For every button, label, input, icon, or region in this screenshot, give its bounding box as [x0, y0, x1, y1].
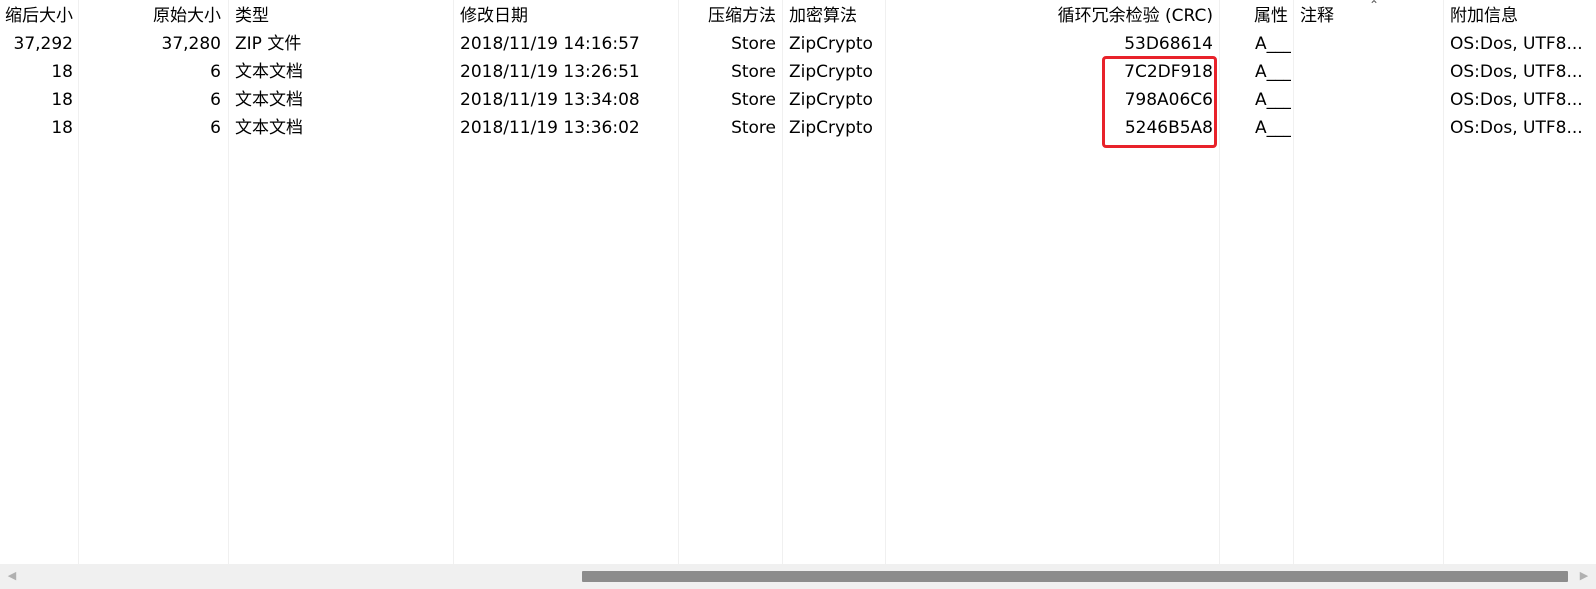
cell-original-size: 6 [210, 118, 221, 138]
cell-comment [1300, 58, 1438, 86]
scrollbar-thumb[interactable] [582, 571, 1568, 582]
cell-modified: 2018/11/19 13:36:02 [460, 118, 640, 138]
cell-compressed-size: 18 [51, 62, 73, 82]
chevron-up-icon: ⌃ [1368, 0, 1380, 12]
cell-modified: 2018/11/19 14:16:57 [460, 34, 640, 54]
column-separator[interactable] [1293, 0, 1294, 564]
cell-extra: OS:Dos, UTF8... [1450, 34, 1583, 54]
cell-encryption: ZipCrypto [789, 34, 873, 54]
column-separator[interactable] [678, 0, 679, 564]
header-crc[interactable]: 循环冗余检验 (CRC) [887, 2, 1213, 30]
column-separator[interactable] [885, 0, 886, 564]
cell-extra: OS:Dos, UTF8... [1450, 118, 1583, 138]
cell-modified: 2018/11/19 13:26:51 [460, 62, 640, 82]
cell-crc: 53D68614 [1124, 34, 1213, 54]
header-original-size[interactable]: 原始大小 [80, 2, 221, 30]
cell-compressed-size: 18 [51, 90, 73, 110]
cell-attributes: A___ [1255, 118, 1291, 138]
cell-method: Store [731, 34, 776, 54]
arrow-right-icon[interactable]: ▶ [1576, 568, 1592, 584]
cell-type: ZIP 文件 [235, 34, 302, 54]
header-compressed-size[interactable]: 缩后大小 [0, 2, 73, 30]
cell-method: Store [731, 90, 776, 110]
file-list-table: 缩后大小 原始大小 类型 修改日期 压缩方法 加密算法 循环冗余检验 (CRC)… [0, 0, 1596, 564]
column-separator[interactable] [1443, 0, 1444, 564]
header-encryption[interactable]: 加密算法 [789, 2, 881, 30]
header-modified[interactable]: 修改日期 [460, 2, 672, 30]
cell-type: 文本文档 [235, 90, 303, 110]
cell-type: 文本文档 [235, 62, 303, 82]
cell-attributes: A___ [1255, 62, 1291, 82]
header-extra[interactable]: 附加信息 [1450, 2, 1596, 30]
column-separator[interactable] [1219, 0, 1220, 564]
cell-extra: OS:Dos, UTF8... [1450, 62, 1583, 82]
cell-original-size: 6 [210, 90, 221, 110]
arrow-left-icon[interactable]: ◀ [4, 568, 20, 584]
column-separator[interactable] [228, 0, 229, 564]
cell-compressed-size: 18 [51, 118, 73, 138]
cell-comment [1300, 114, 1438, 142]
column-separator[interactable] [782, 0, 783, 564]
cell-compressed-size: 37,292 [13, 34, 73, 54]
header-type[interactable]: 类型 [235, 2, 447, 30]
cell-attributes: A___ [1255, 34, 1291, 54]
cell-encryption: ZipCrypto [789, 90, 873, 110]
cell-attributes: A___ [1255, 90, 1291, 110]
column-separator[interactable] [78, 0, 79, 564]
cell-type: 文本文档 [235, 118, 303, 138]
cell-original-size: 37,280 [161, 34, 221, 54]
cell-method: Store [731, 62, 776, 82]
cell-modified: 2018/11/19 13:34:08 [460, 90, 640, 110]
cell-extra: OS:Dos, UTF8... [1450, 90, 1583, 110]
header-attributes[interactable]: 属性 [1221, 2, 1288, 30]
cell-encryption: ZipCrypto [789, 118, 873, 138]
cell-method: Store [731, 118, 776, 138]
cell-original-size: 6 [210, 62, 221, 82]
cell-comment [1300, 86, 1438, 114]
header-method[interactable]: 压缩方法 [680, 2, 776, 30]
column-separator[interactable] [453, 0, 454, 564]
cell-comment [1300, 30, 1438, 58]
crc-highlight-box [1102, 56, 1217, 148]
horizontal-scrollbar[interactable]: ◀ ▶ [0, 564, 1596, 589]
cell-encryption: ZipCrypto [789, 62, 873, 82]
